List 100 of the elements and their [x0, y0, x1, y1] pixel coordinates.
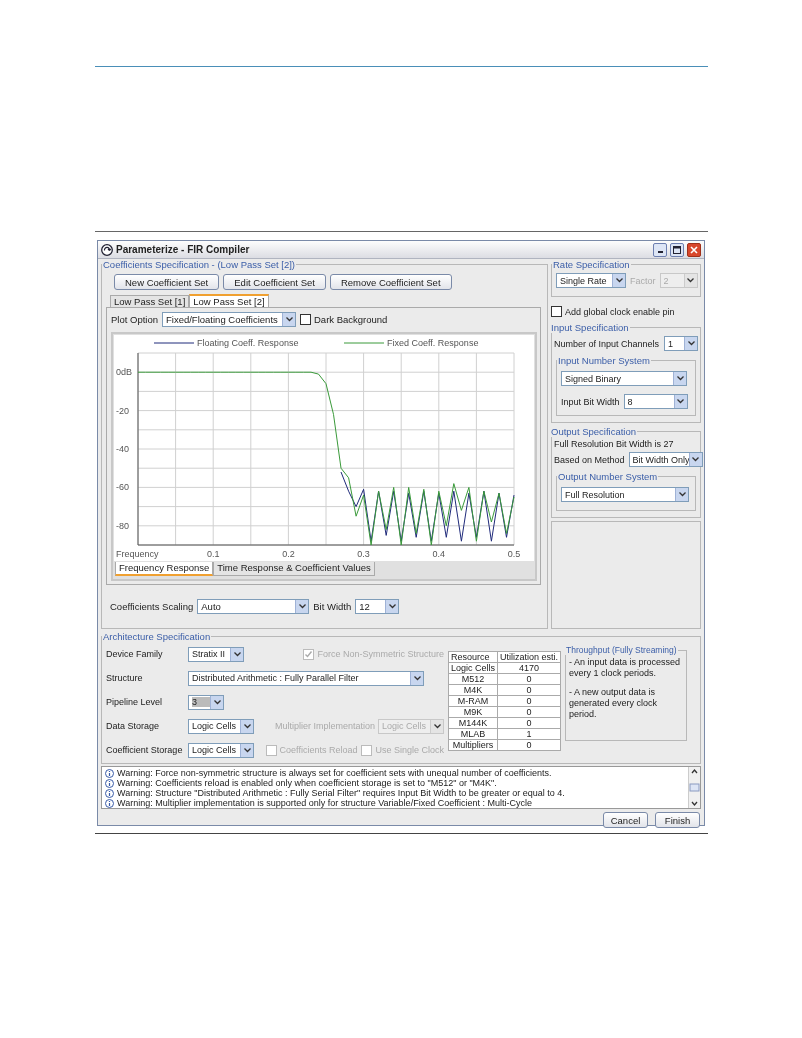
group-title: Throughput (Fully Streaming)	[565, 645, 678, 655]
axis-tick-label: -60	[116, 482, 129, 493]
axis-tick-label: 0.2	[282, 549, 295, 559]
info-icon	[105, 788, 114, 798]
table-cell: MLAB	[448, 728, 498, 740]
chevron-down-icon	[692, 457, 700, 462]
dialog-button[interactable]: New Coefficient Set	[114, 274, 220, 290]
table-cell: M4K	[448, 684, 498, 696]
chevron-down-icon[interactable]	[689, 799, 700, 808]
dropdown[interactable]: Logic Cells	[188, 742, 254, 758]
dropdown[interactable]: 3	[188, 694, 224, 710]
axis-tick-label: -80	[116, 520, 129, 531]
scroll-thumb[interactable]	[689, 783, 700, 792]
table-cell: M9K	[448, 706, 498, 718]
axis-tick-label: -20	[116, 405, 129, 416]
axis-tick-label: 0.1	[206, 549, 220, 559]
close-button[interactable]	[687, 242, 701, 257]
chevron-down-icon	[388, 604, 396, 609]
minimize-icon	[657, 251, 663, 253]
warning-text: Warning: Structure "Distributed Arithmetic : Fully Serial Filter" requires Input Bit Width to be greater or equal to 4.	[117, 788, 565, 798]
dropdown[interactable]: Logic Cells	[188, 718, 254, 734]
warning-text: Warning: Coefficients reload is enabled only when coefficient storage is set to "M512" or "M4K".	[117, 778, 497, 788]
scrollbar[interactable]	[688, 767, 700, 808]
checkbox-label: Use Single Clock	[375, 745, 444, 755]
column-header: Utilization esti.	[497, 651, 561, 663]
chevron-down-icon	[298, 604, 306, 609]
chevron-down-icon	[677, 399, 685, 404]
chevron-down-icon	[285, 317, 293, 322]
chevron-down-icon	[243, 747, 251, 753]
bit-width-note: Full Resolution Bit Width is 27	[554, 439, 675, 449]
warning-text: Warning: Multiplier implementation is supported only for structure Variable/Fixed Coefficient : Multi-Cycle	[117, 798, 532, 808]
maximize-button[interactable]	[670, 242, 684, 257]
tab[interactable]: Low Pass Set [1]	[110, 295, 190, 307]
field-label: Coefficients Scaling	[110, 601, 194, 612]
field-label: Coefficient Storage	[106, 745, 183, 755]
field-label: Based on Method	[554, 454, 625, 465]
checkbox-label: Dark Background	[314, 314, 388, 325]
dialog-button[interactable]: Finish	[655, 812, 700, 828]
chevron-down-icon	[615, 278, 623, 283]
group-title: Architecture Specification	[102, 631, 212, 642]
field-label: Factor	[630, 275, 656, 286]
tab[interactable]: Low Pass Set [2]	[189, 294, 269, 307]
group-title: Output Specification	[550, 426, 638, 437]
legend-label: Fixed Coeff. Response	[387, 338, 479, 348]
chevron-down-icon	[687, 278, 694, 283]
table-cell: M144K	[448, 717, 498, 729]
dialog-button[interactable]: Cancel	[603, 812, 648, 828]
table-cell: 0	[497, 695, 561, 707]
axis-tick-label: 0dB	[116, 367, 132, 378]
checkbox-label: Coefficients Reload	[279, 745, 358, 755]
dropdown[interactable]: 8	[623, 394, 688, 409]
field-label: Structure	[106, 673, 143, 683]
dropdown[interactable]: Fixed/Floating Coefficients	[162, 312, 296, 327]
group-title: Coefficients Specification - (Low Pass Set [2])	[102, 259, 297, 270]
chevron-down-icon	[413, 675, 421, 681]
group-title: Input Number System	[557, 355, 651, 366]
field-label: Device Family	[106, 649, 163, 659]
checkbox[interactable]	[551, 306, 562, 317]
axis-tick-label: -40	[116, 444, 129, 454]
column-header: Resource	[448, 651, 498, 663]
tab[interactable]: Frequency Response	[115, 562, 214, 576]
group-title: Rate Specification	[552, 259, 631, 270]
chevron-down-icon	[687, 341, 695, 346]
dropdown[interactable]: 12	[355, 599, 400, 614]
warning-text: Warning: Force non-symmetric structure is always set for coefficient sets with unequal number of coefficients.	[117, 768, 552, 778]
chevron-down-icon	[676, 376, 684, 381]
dropdown[interactable]: 1	[664, 336, 698, 351]
axis-title: Frequency	[116, 549, 159, 559]
table-cell: 4170	[497, 662, 561, 674]
chevron-down-icon	[678, 492, 686, 497]
table-cell: 0	[497, 706, 561, 718]
legend-label: Floating Coeff. Response	[197, 338, 299, 348]
throughput-text: - A new output data is generated every clock period.	[569, 687, 659, 720]
chevron-down-icon	[233, 651, 241, 657]
dialog-button[interactable]: Remove Coefficient Set	[329, 274, 452, 290]
throughput-text: - An input data is processed every 1 clock periods.	[569, 657, 682, 679]
axis-tick-label: 0.4	[432, 549, 446, 559]
chevron-up-icon[interactable]	[689, 767, 700, 776]
dropdown[interactable]: Auto	[197, 599, 310, 614]
axis-tick-label: 0.3	[357, 549, 370, 559]
maximize-icon	[673, 245, 681, 254]
chevron-down-icon	[433, 723, 441, 729]
dropdown[interactable]: Distributed Arithmetic : Fully Parallel Filter	[188, 670, 424, 686]
chevron-down-icon	[243, 723, 251, 729]
checkbox[interactable]	[300, 314, 311, 325]
field-label: Plot Option	[111, 314, 158, 325]
minimize-button[interactable]	[653, 242, 667, 257]
table-cell: M512	[448, 673, 498, 685]
table-cell: 0	[497, 673, 561, 685]
dropdown[interactable]: Stratix II	[188, 646, 244, 662]
dropdown[interactable]: Full Resolution	[561, 487, 689, 502]
info-icon	[105, 778, 114, 788]
dropdown[interactable]: Signed Binary	[561, 371, 687, 386]
table-cell: 0	[497, 684, 561, 696]
dialog-button[interactable]: Edit Coefficient Set	[223, 274, 326, 290]
dropdown[interactable]: Single Rate	[556, 273, 626, 288]
tab[interactable]: Time Response & Coefficient Values	[213, 562, 375, 576]
field-label: Multiplier Implementation	[274, 721, 375, 731]
group-title: Input Specification	[550, 322, 630, 333]
table-cell: 0	[497, 717, 561, 729]
